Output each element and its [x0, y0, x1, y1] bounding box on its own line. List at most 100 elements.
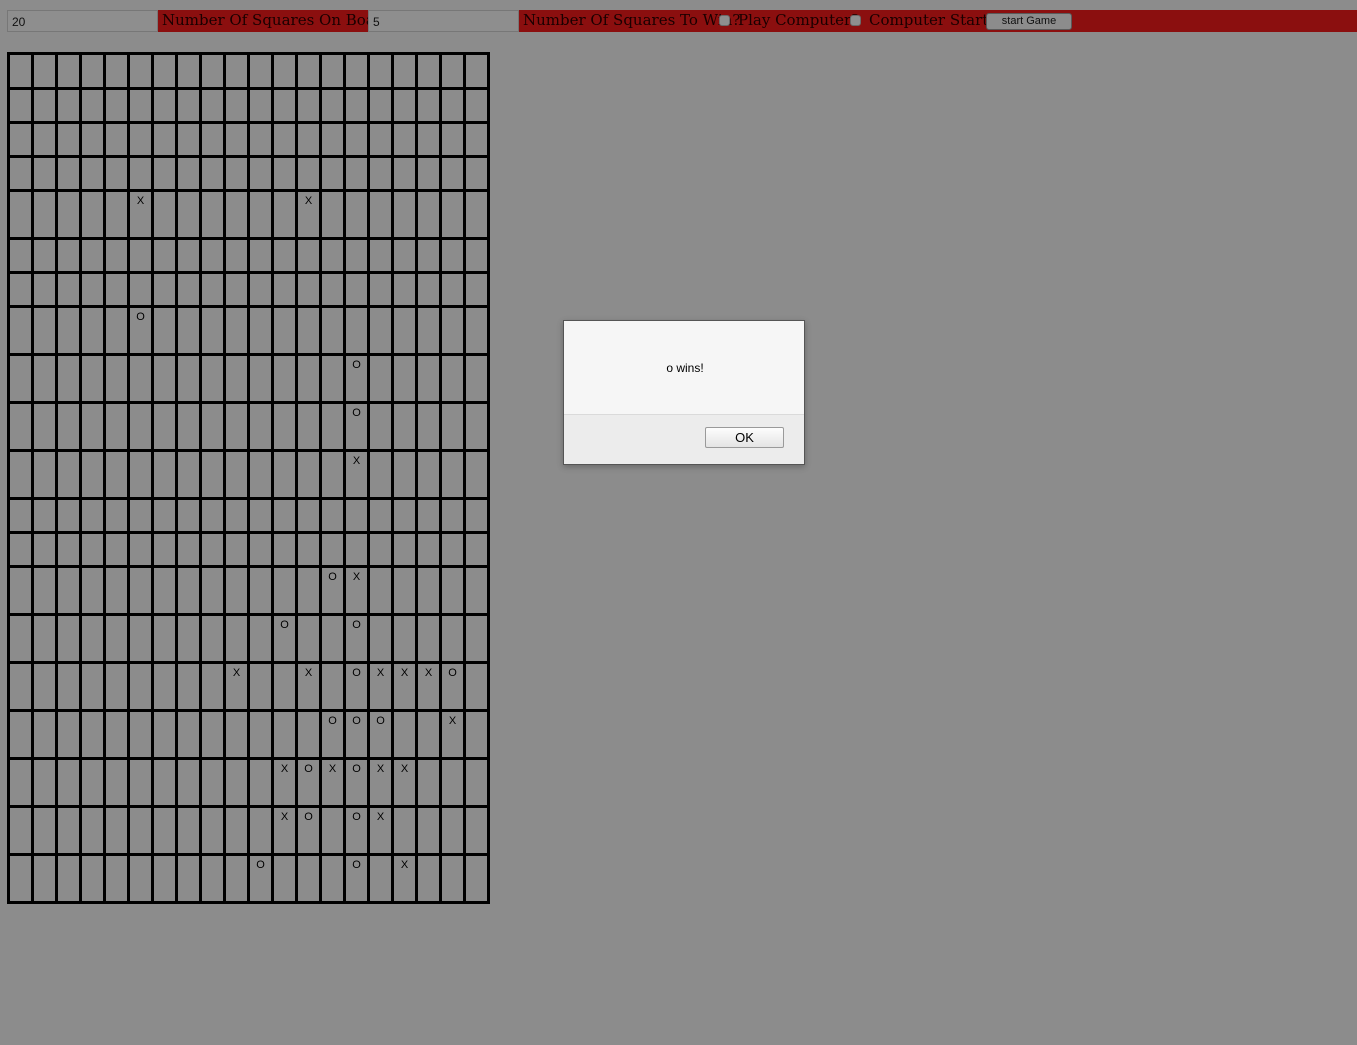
board-cell[interactable]	[79, 853, 106, 904]
board-cell[interactable]	[367, 237, 394, 274]
board-cell[interactable]	[103, 353, 130, 404]
board-cell[interactable]	[319, 121, 346, 158]
board-cell[interactable]	[247, 353, 274, 404]
board-cell[interactable]	[79, 155, 106, 192]
board-cell[interactable]	[391, 565, 418, 616]
board-cell[interactable]	[223, 401, 250, 452]
board-cell[interactable]	[55, 709, 82, 760]
board-cell[interactable]	[415, 271, 442, 308]
board-cell[interactable]	[391, 271, 418, 308]
board-cell[interactable]: X	[127, 189, 154, 240]
board-cell[interactable]: X	[439, 709, 466, 760]
board-cell[interactable]	[223, 121, 250, 158]
board-cell[interactable]	[247, 661, 274, 712]
board-cell[interactable]	[103, 52, 130, 90]
board-cell[interactable]	[199, 805, 226, 856]
board-cell[interactable]	[151, 853, 178, 904]
board-cell[interactable]: O	[343, 661, 370, 712]
win-length-input[interactable]	[368, 10, 519, 32]
board-cell[interactable]	[367, 565, 394, 616]
board-cell[interactable]	[7, 497, 34, 534]
board-cell[interactable]	[343, 155, 370, 192]
board-cell[interactable]	[151, 565, 178, 616]
board-cell[interactable]	[175, 853, 202, 904]
board-cell[interactable]: X	[391, 853, 418, 904]
board-cell[interactable]	[343, 531, 370, 568]
board-cell[interactable]	[463, 401, 490, 452]
board-cell[interactable]	[463, 189, 490, 240]
board-cell[interactable]	[175, 613, 202, 664]
board-cell[interactable]	[391, 401, 418, 452]
board-cell[interactable]	[463, 271, 490, 308]
board-cell[interactable]	[271, 709, 298, 760]
board-cell[interactable]	[79, 709, 106, 760]
board-cell[interactable]	[7, 613, 34, 664]
board-cell[interactable]	[103, 237, 130, 274]
board-cell[interactable]: O	[343, 613, 370, 664]
board-cell[interactable]	[391, 353, 418, 404]
board-cell[interactable]	[127, 565, 154, 616]
board-cell[interactable]	[199, 121, 226, 158]
board-cell[interactable]	[343, 52, 370, 90]
board-cell[interactable]	[199, 237, 226, 274]
board-cell[interactable]	[55, 353, 82, 404]
board-cell[interactable]	[79, 271, 106, 308]
board-cell[interactable]	[415, 709, 442, 760]
board-cell[interactable]	[439, 401, 466, 452]
board-cell[interactable]	[127, 52, 154, 90]
board-cell[interactable]	[223, 449, 250, 500]
board-cell[interactable]	[319, 155, 346, 192]
board-cell[interactable]: X	[367, 661, 394, 712]
board-cell[interactable]	[295, 155, 322, 192]
board-cell[interactable]	[415, 52, 442, 90]
board-cell[interactable]	[223, 271, 250, 308]
board-cell[interactable]	[463, 237, 490, 274]
board-cell[interactable]	[199, 531, 226, 568]
board-cell[interactable]	[127, 121, 154, 158]
board-cell[interactable]	[127, 613, 154, 664]
board-cell[interactable]	[55, 189, 82, 240]
board-cell[interactable]	[463, 757, 490, 808]
board-cell[interactable]	[415, 757, 442, 808]
board-cell[interactable]	[175, 565, 202, 616]
board-cell[interactable]: O	[343, 805, 370, 856]
board-cell[interactable]	[391, 613, 418, 664]
board-cell[interactable]	[199, 87, 226, 124]
board-cell[interactable]	[271, 52, 298, 90]
board-cell[interactable]	[31, 87, 58, 124]
board-cell[interactable]	[463, 531, 490, 568]
board-cell[interactable]	[31, 189, 58, 240]
board-cell[interactable]	[463, 155, 490, 192]
board-cell[interactable]: X	[295, 661, 322, 712]
board-cell[interactable]	[151, 155, 178, 192]
board-cell[interactable]	[223, 497, 250, 534]
board-cell[interactable]: X	[367, 757, 394, 808]
board-cell[interactable]	[343, 121, 370, 158]
board-cell[interactable]	[175, 237, 202, 274]
board-cell[interactable]	[55, 305, 82, 356]
board-cell[interactable]	[367, 271, 394, 308]
board-cell[interactable]	[199, 52, 226, 90]
board-cell[interactable]	[223, 155, 250, 192]
board-cell[interactable]	[295, 853, 322, 904]
board-cell[interactable]	[391, 189, 418, 240]
board-cell[interactable]	[7, 531, 34, 568]
board-cell[interactable]	[295, 305, 322, 356]
board-cell[interactable]	[151, 52, 178, 90]
board-cell[interactable]	[223, 757, 250, 808]
board-cell[interactable]: O	[295, 757, 322, 808]
board-cell[interactable]	[343, 237, 370, 274]
board-cell[interactable]	[151, 531, 178, 568]
board-cell[interactable]	[7, 805, 34, 856]
board-cell[interactable]	[55, 497, 82, 534]
board-cell[interactable]	[271, 155, 298, 192]
board-cell[interactable]	[343, 497, 370, 534]
board-cell[interactable]	[151, 709, 178, 760]
board-cell[interactable]	[391, 237, 418, 274]
board-cell[interactable]	[79, 613, 106, 664]
board-cell[interactable]	[439, 305, 466, 356]
board-cell[interactable]	[247, 155, 274, 192]
board-cell[interactable]	[319, 613, 346, 664]
board-cell[interactable]	[127, 531, 154, 568]
board-cell[interactable]	[367, 121, 394, 158]
